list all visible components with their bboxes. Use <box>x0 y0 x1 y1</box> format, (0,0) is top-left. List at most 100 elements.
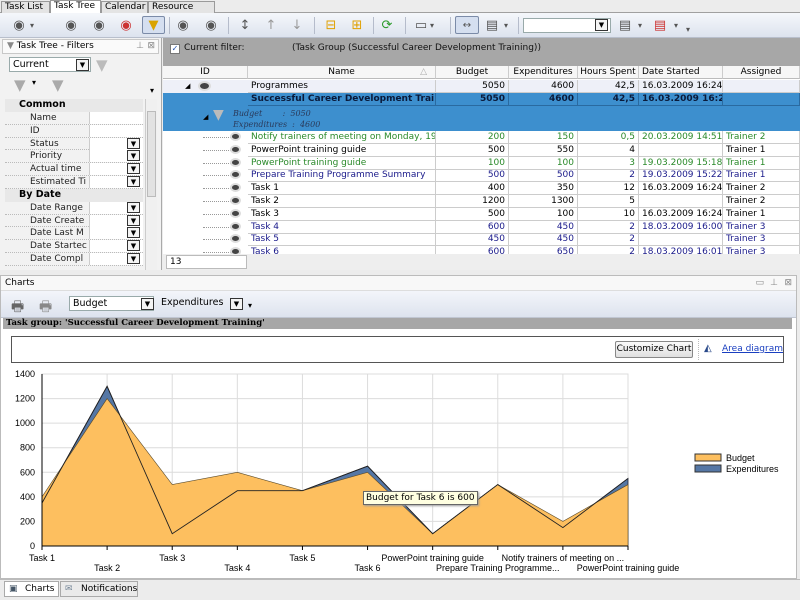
filter-scrollbar[interactable] <box>145 99 157 270</box>
filter-property-dropdown[interactable]: ▼ <box>127 137 140 149</box>
table-row[interactable]: Task 3 500 100 10 16.03.2009 16:24 Trainer 1 <box>163 207 800 221</box>
tab-task-list[interactable]: Task List <box>1 1 50 13</box>
toolbar-overflow-icon[interactable]: ▾ <box>684 20 692 38</box>
cell-date: 16.03.2009 16:24 <box>639 80 723 93</box>
maximize-icon[interactable]: ▭ <box>755 276 764 290</box>
tab-task-tree[interactable]: Task Tree <box>50 0 101 14</box>
table-row-group[interactable]: ◢ Programmes 5050 4600 42,5 16.03.2009 1… <box>163 80 800 93</box>
filter-property-row[interactable]: Date Last M ▼ <box>5 227 143 241</box>
filter-property-row[interactable]: Estimated Ti ▼ <box>5 176 143 189</box>
tab-charts[interactable]: ▣ Charts <box>4 581 59 597</box>
series-select-2-dropdown[interactable]: ▼ <box>230 298 243 310</box>
table-row[interactable]: Task 4 600 450 2 18.03.2009 16:00 Trainer 3 <box>163 220 800 234</box>
move-down-icon[interactable]: ↓ <box>288 16 306 34</box>
pin-icon[interactable]: ⊥ <box>770 276 778 290</box>
close-icon[interactable]: ⊠ <box>147 40 155 53</box>
fit-columns-icon[interactable]: ↔ <box>455 16 479 34</box>
chevron-down-icon[interactable]: ▾ <box>27 16 37 34</box>
tab-resource-list[interactable]: Resource List <box>148 1 215 23</box>
chevron-down-icon[interactable]: ▾ <box>502 16 510 34</box>
filter-property-dropdown[interactable]: ▼ <box>127 240 140 252</box>
table-row[interactable]: Notify trainers of meeting on Monday, 19… <box>163 131 800 144</box>
chevron-down-icon[interactable]: ▾ <box>636 16 644 34</box>
col-header-hours[interactable]: Hours Spent <box>578 66 639 79</box>
filter-category[interactable]: Common <box>5 99 143 112</box>
col-header-name[interactable]: Name △ <box>248 66 436 79</box>
filter-property-dropdown[interactable]: ▼ <box>127 163 140 175</box>
close-icon[interactable]: ⊠ <box>784 276 792 290</box>
task-details-icon[interactable]: ◉ <box>174 16 192 34</box>
expand-all-icon[interactable]: ⊞ <box>348 16 366 34</box>
columns-icon[interactable]: ▤ <box>483 16 501 34</box>
filter-property-dropdown[interactable]: ▼ <box>127 253 140 264</box>
filter-category[interactable]: By Date <box>5 188 143 202</box>
refresh-icon[interactable]: ⟳ <box>378 16 396 34</box>
print-preview-icon[interactable]: 🖶 <box>39 296 52 320</box>
cell-budget: 500 <box>436 169 509 183</box>
print-icon[interactable]: 🖶 <box>11 296 24 320</box>
series-select-2[interactable]: Expenditures <box>161 297 223 308</box>
edit-task-icon[interactable]: ◉ <box>90 16 108 34</box>
filter-property-row[interactable]: Priority ▼ <box>5 150 143 164</box>
col-header-date-started[interactable]: Date Started <box>639 66 723 79</box>
filter-property-dropdown[interactable]: ▼ <box>127 201 140 213</box>
filter-property-dropdown[interactable]: ▼ <box>127 214 140 226</box>
add-task-icon[interactable]: ◉ <box>10 16 28 34</box>
filter-property-row[interactable]: Date Startec ▼ <box>5 240 143 253</box>
table-row[interactable]: Task 1 400 350 12 16.03.2009 16:24 Trainer 2 <box>163 182 800 196</box>
table-row[interactable]: Task 5 450 450 2 Trainer 3 <box>163 233 800 247</box>
toolbar-overflow-icon[interactable]: ▾ <box>248 301 252 310</box>
delete-task-icon[interactable]: ◉ <box>117 16 135 34</box>
cell-hours: 4 <box>578 143 639 157</box>
scrollbar-thumb[interactable] <box>147 111 156 197</box>
move-up-icon[interactable]: ↑ <box>262 16 280 34</box>
chevron-down-icon[interactable]: ▾ <box>672 16 680 34</box>
filter-property-row[interactable]: Date Compl ▼ <box>5 253 143 266</box>
filter-property-row[interactable]: Date Create ▼ <box>5 214 143 228</box>
expand-toggle-icon[interactable]: ◢ <box>203 111 208 123</box>
filter-property-value[interactable] <box>89 124 143 137</box>
filter-property-dropdown[interactable]: ▼ <box>127 176 140 187</box>
table-row[interactable]: Task 2 1200 1300 5 Trainer 2 <box>163 195 800 208</box>
col-header-budget[interactable]: Budget <box>436 66 509 79</box>
tab-notifications-label: Notifications <box>81 584 138 594</box>
task-notes-icon[interactable]: ◉ <box>202 16 220 34</box>
add-subtask-icon[interactable]: ◉ <box>62 16 80 34</box>
clear-filter-icon[interactable]: ▼ <box>52 76 64 94</box>
table-row[interactable]: PowerPoint training guide 500 550 4 Trainer … <box>163 143 800 157</box>
series-select-1-dropdown[interactable]: ▼ <box>141 298 154 310</box>
filter-preset-dropdown[interactable]: ▼ <box>76 59 89 71</box>
panel-overflow-icon[interactable]: ▾ <box>150 86 154 95</box>
chevron-down-icon[interactable]: ▾ <box>32 78 36 87</box>
view-select-dropdown[interactable]: ▼ <box>595 19 608 31</box>
delete-view-icon[interactable]: ▤ <box>651 16 669 34</box>
apply-filter-icon[interactable]: ▼ <box>96 56 108 74</box>
filter-property-value[interactable] <box>89 112 143 124</box>
expand-toggle-icon[interactable]: ◢ <box>185 80 190 92</box>
table-row[interactable]: Prepare Training Programme Summary 500 500… <box>163 169 800 183</box>
filter-property-row[interactable]: Actual time ▼ <box>5 163 143 176</box>
col-header-id[interactable]: ID <box>163 66 248 79</box>
table-row-selected[interactable]: Successful Career Development Trai 5050 … <box>163 93 800 107</box>
filter-icon[interactable]: ▼ <box>142 16 165 34</box>
current-filter-checkbox[interactable]: ✓ <box>170 44 180 54</box>
area-diagram-link[interactable]: Area diagram <box>722 344 783 354</box>
filter-property-row[interactable]: Name <box>5 112 143 125</box>
col-header-expenditures[interactable]: Expenditures <box>509 66 578 79</box>
customize-chart-button[interactable]: Customize Chart <box>615 341 693 358</box>
collapse-all-icon[interactable]: ⊟ <box>322 16 340 34</box>
filter-property-row[interactable]: Date Range ▼ <box>5 201 143 215</box>
save-view-icon[interactable]: ▤ <box>616 16 634 34</box>
filter-property-dropdown[interactable]: ▼ <box>127 150 140 162</box>
filter-property-dropdown[interactable]: ▼ <box>127 227 140 239</box>
filter-property-row[interactable]: ID <box>5 124 143 138</box>
col-header-assigned[interactable]: Assigned <box>723 66 800 79</box>
tab-notifications[interactable]: ✉ Notifications <box>60 581 138 597</box>
pin-icon[interactable]: ⊥ <box>136 40 144 53</box>
filter-property-row[interactable]: Status ▼ <box>5 137 143 151</box>
chevron-down-icon[interactable]: ▾ <box>428 16 436 34</box>
move-updown-icon[interactable]: ↕ <box>236 16 254 34</box>
save-filter-icon[interactable]: ▼ <box>14 76 26 94</box>
tab-calendar[interactable]: Calendar <box>101 1 148 13</box>
table-row[interactable]: PowerPoint training guide 100 100 3 19.03.20… <box>163 156 800 170</box>
